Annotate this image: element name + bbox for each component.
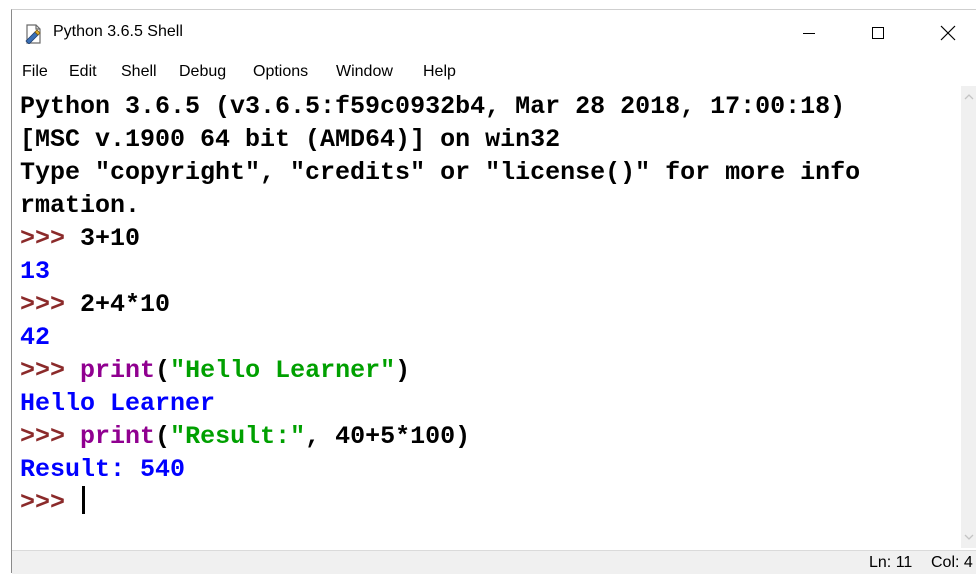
input-line-2: >>> 2+4*10 <box>20 288 170 321</box>
menu-debug[interactable]: Debug <box>179 63 226 81</box>
menu-file[interactable]: File <box>22 63 48 81</box>
scroll-up-icon[interactable] <box>964 92 974 102</box>
output-line-1: 13 <box>20 257 51 286</box>
output-line-4: Result: 540 <box>20 455 186 484</box>
column-indicator: Col: 4 <box>931 554 973 571</box>
minimize-icon <box>803 33 815 34</box>
banner-line-1: Python 3.6.5 (v3.6.5:f59c0932b4, Mar 28 … <box>20 92 846 121</box>
idle-python-icon <box>24 24 44 45</box>
string-literal: "Result:" <box>170 422 306 451</box>
builtin-keyword: print <box>80 422 156 451</box>
builtin-keyword: print <box>80 356 156 385</box>
menu-edit[interactable]: Edit <box>69 63 97 81</box>
output-line-3: Hello Learner <box>20 389 216 418</box>
prompt: >>> <box>20 422 66 451</box>
menu-help[interactable]: Help <box>423 63 456 81</box>
output-line-2: 42 <box>20 323 51 352</box>
close-icon <box>940 25 956 41</box>
vertical-scrollbar[interactable] <box>961 86 976 548</box>
prompt: >>> <box>20 290 66 319</box>
prompt: >>> <box>20 356 66 385</box>
title-bar[interactable]: Python 3.6.5 Shell <box>12 10 976 56</box>
input-line-4: >>> print("Result:", 40+5*100) <box>20 420 470 453</box>
scroll-down-icon[interactable] <box>964 532 974 542</box>
input-args: , 40+5*100) <box>305 422 471 451</box>
maximize-icon <box>872 27 884 39</box>
prompt: >>> <box>20 488 66 517</box>
idle-shell-window: Python 3.6.5 Shell File Edit Shell Debug… <box>11 9 976 574</box>
menu-bar: File Edit Shell Debug Options Window Hel… <box>12 60 976 86</box>
line-indicator: Ln: 11 <box>869 554 913 571</box>
banner-line-4: rmation. <box>20 191 141 220</box>
input-line-1: >>> 3+10 <box>20 222 140 255</box>
active-prompt-line[interactable]: >>> <box>20 486 86 519</box>
prompt: >>> <box>20 224 66 253</box>
text-cursor <box>82 486 86 514</box>
input-paren: ( <box>155 356 171 385</box>
window-title: Python 3.6.5 Shell <box>53 23 183 40</box>
string-literal: "Hello Learner" <box>170 356 396 385</box>
minimize-button[interactable] <box>786 10 832 56</box>
shell-text-area[interactable]: Python 3.6.5 (v3.6.5:f59c0932b4, Mar 28 … <box>12 86 961 548</box>
input-code: 2+4*10 <box>80 290 171 319</box>
menu-window[interactable]: Window <box>336 63 393 81</box>
input-paren: ) <box>395 356 411 385</box>
input-line-3: >>> print("Hello Learner") <box>20 354 410 387</box>
menu-shell[interactable]: Shell <box>121 63 157 81</box>
banner-line-2: [MSC v.1900 64 bit (AMD64)] on win32 <box>20 125 561 154</box>
maximize-button[interactable] <box>855 10 901 56</box>
menu-options[interactable]: Options <box>253 63 308 81</box>
input-paren: ( <box>155 422 171 451</box>
close-button[interactable] <box>925 10 971 56</box>
input-code: 3+10 <box>80 224 141 253</box>
status-bar: Ln: 11 Col: 4 <box>12 550 976 574</box>
banner-line-3: Type "copyright", "credits" or "license(… <box>20 158 861 187</box>
